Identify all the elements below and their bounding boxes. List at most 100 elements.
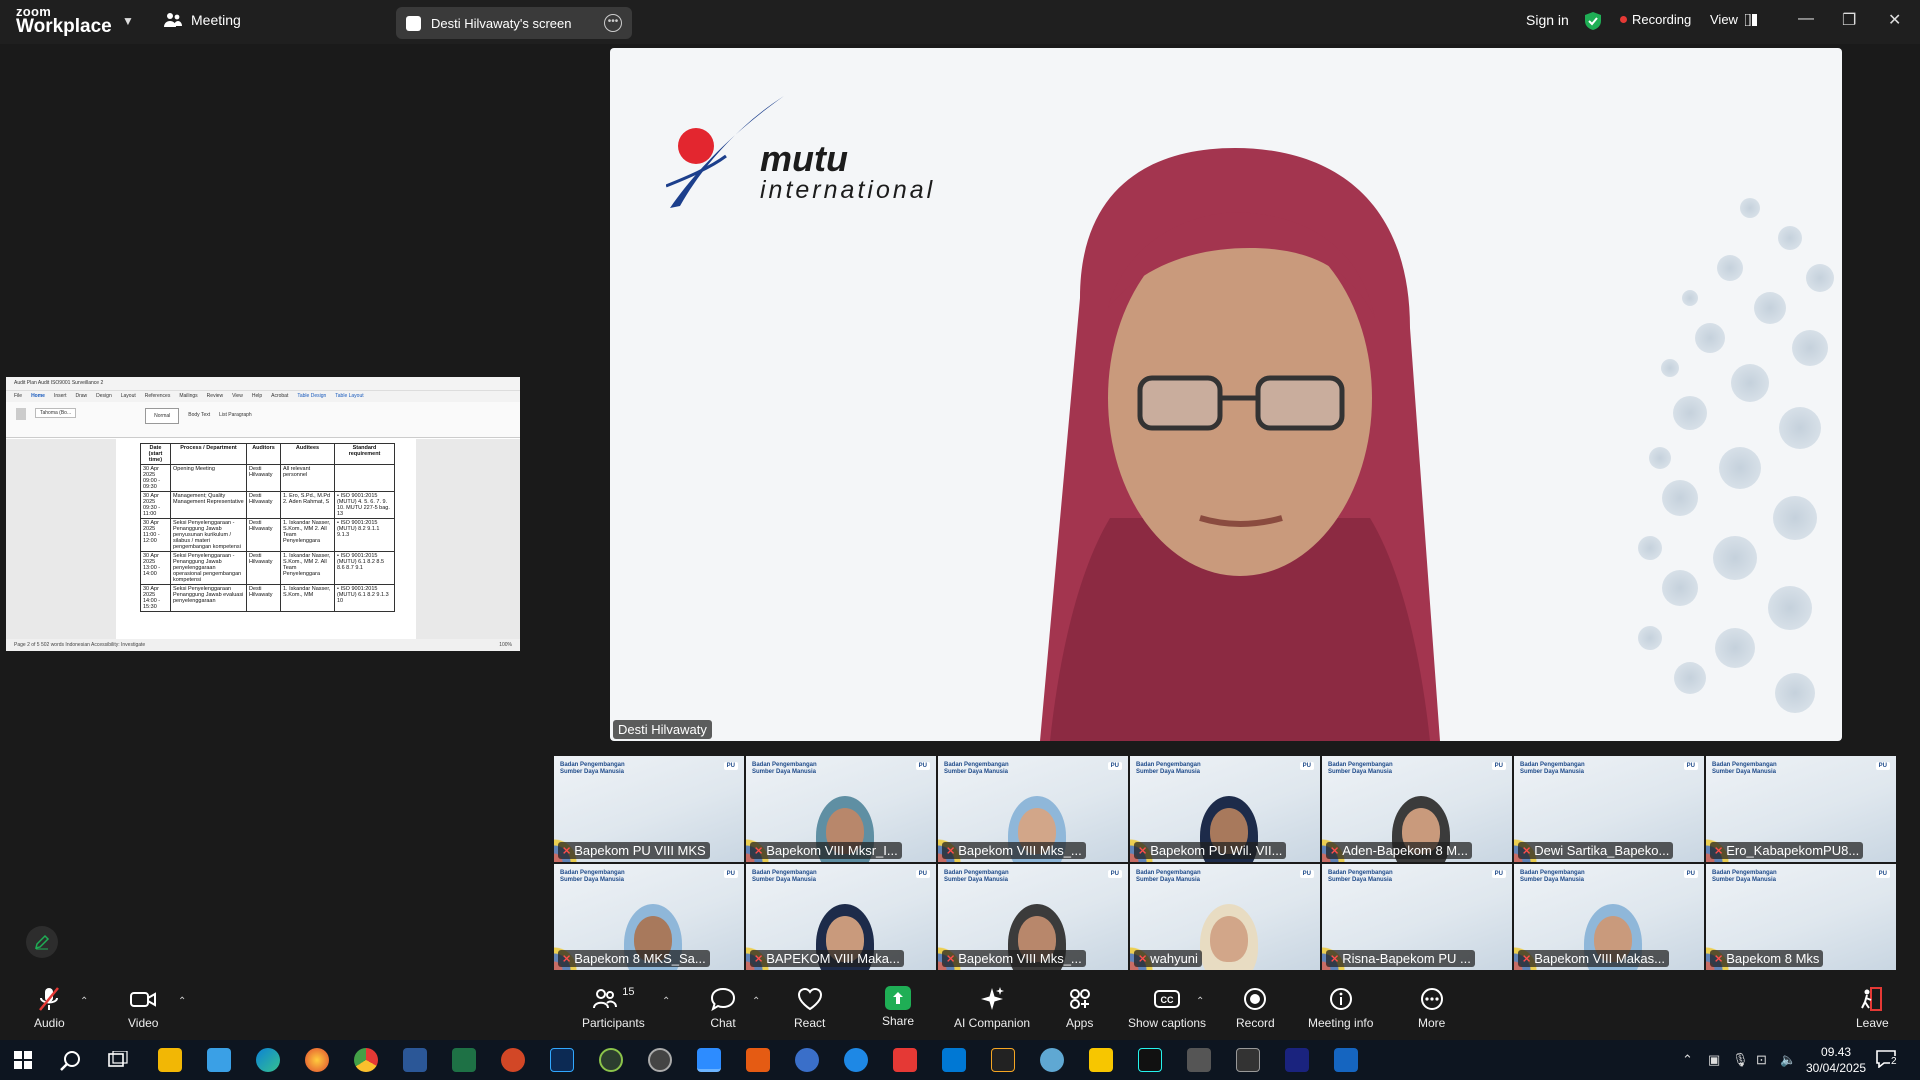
microphone-tray-icon[interactable]: 🎙 [1732, 1052, 1749, 1068]
ribbon-tab-table-layout[interactable]: Table Layout [335, 393, 363, 400]
chevron-down-icon[interactable]: ▼ [122, 14, 134, 28]
app-icon[interactable] [1187, 1048, 1211, 1072]
audio-options-caret-icon[interactable]: ⌃ [80, 996, 88, 1007]
meet-now-icon[interactable]: ▣ [1708, 1052, 1720, 1068]
app-icon[interactable] [1334, 1048, 1358, 1072]
volume-icon[interactable]: 🔈 [1780, 1052, 1796, 1068]
annotate-button[interactable] [26, 926, 58, 958]
search-icon[interactable] [60, 1050, 82, 1072]
participant-tile[interactable]: Badan Pengembangan Sumber Daya Manusia PU… [1514, 756, 1704, 862]
messenger-icon[interactable] [844, 1048, 868, 1072]
ribbon-tab-layout[interactable]: Layout [121, 393, 136, 400]
zoom-workplace-logo[interactable]: zoom Workplace [16, 5, 112, 36]
style-normal[interactable]: Normal [145, 408, 180, 424]
shared-screen-thumbnail[interactable]: Audit Plan Audit ISO9001 Surveillance 2 … [6, 377, 520, 651]
anydesk-icon[interactable] [893, 1048, 917, 1072]
meeting-info-button[interactable]: Meeting info [1308, 986, 1373, 1030]
close-icon[interactable]: ✕ [1888, 10, 1901, 30]
participant-tile[interactable]: Badan Pengembangan Sumber Daya Manusia PU… [938, 864, 1128, 970]
leave-button[interactable]: Leave [1856, 986, 1889, 1030]
ribbon-tab-table-design[interactable]: Table Design [297, 393, 326, 400]
font-selector[interactable]: Tahoma (Bo... [35, 408, 77, 418]
document-area[interactable]: Date (start time) Process / Department A… [6, 439, 520, 639]
ribbon-tab-home[interactable]: Home [31, 393, 45, 400]
sign-in-link[interactable]: Sign in [1526, 12, 1569, 28]
restore-icon[interactable]: ❐ [1842, 10, 1856, 30]
participant-tile[interactable]: Badan Pengembangan Sumber Daya Manusia PU… [1130, 864, 1320, 970]
participant-tile[interactable]: Badan Pengembangan Sumber Daya Manusia PU… [1130, 756, 1320, 862]
taskbar-clock[interactable]: 09.43 30/04/2025 [1806, 1044, 1866, 1076]
paste-icon[interactable] [16, 408, 26, 420]
ribbon-tab-insert[interactable]: Insert [54, 393, 67, 400]
share-button[interactable]: Share [882, 986, 914, 1028]
video-button[interactable]: Video [128, 986, 158, 1030]
ribbon-tab-help[interactable]: Help [252, 393, 262, 400]
app-icon[interactable] [1236, 1048, 1260, 1072]
vscode-icon[interactable] [942, 1048, 966, 1072]
zoom-taskbar-icon[interactable] [697, 1048, 721, 1072]
record-button[interactable]: Record [1236, 986, 1275, 1030]
minimize-icon[interactable]: — [1798, 10, 1814, 28]
edge-icon[interactable] [256, 1048, 280, 1072]
ribbon-tab-file[interactable]: File [14, 393, 22, 400]
file-explorer-icon[interactable] [158, 1048, 182, 1072]
active-speaker-video[interactable]: mutu international Desti Hilvawaty [610, 48, 1842, 741]
sticky-notes-icon[interactable] [1089, 1048, 1113, 1072]
app-icon[interactable] [991, 1048, 1015, 1072]
chat-options-caret-icon[interactable]: ⌃ [752, 996, 760, 1007]
powerpoint-icon[interactable] [501, 1048, 525, 1072]
chrome-icon[interactable] [354, 1048, 378, 1072]
clock-app-icon[interactable] [648, 1048, 672, 1072]
audio-button[interactable]: Audio [34, 986, 65, 1030]
network-icon[interactable]: ⊡ [1756, 1052, 1767, 1068]
tiktok-icon[interactable] [1138, 1048, 1162, 1072]
participant-tile[interactable]: Badan Pengembangan Sumber Daya Manusia PU… [1322, 864, 1512, 970]
participants-options-caret-icon[interactable]: ⌃ [662, 996, 670, 1007]
app-icon[interactable] [1285, 1048, 1309, 1072]
participant-tile[interactable]: Badan Pengembangan Sumber Daya Manusia PU… [554, 864, 744, 970]
ribbon-tab-acrobat[interactable]: Acrobat [271, 393, 288, 400]
more-button[interactable]: More [1418, 986, 1445, 1030]
style-body-text[interactable]: Body Text [188, 408, 210, 418]
vpn-icon[interactable] [599, 1048, 623, 1072]
excel-icon[interactable] [452, 1048, 476, 1072]
ribbon-tab-mailings[interactable]: Mailings [179, 393, 197, 400]
task-view-icon[interactable] [108, 1051, 128, 1069]
store-icon[interactable] [207, 1048, 231, 1072]
word-icon[interactable] [403, 1048, 427, 1072]
react-button[interactable]: React [794, 986, 825, 1030]
participants-button[interactable]: 15 Participants [582, 986, 645, 1030]
participant-tile[interactable]: Badan Pengembangan Sumber Daya Manusia PU… [746, 864, 936, 970]
show-captions-button[interactable]: CC Show captions [1128, 986, 1206, 1030]
encryption-shield-icon[interactable] [1584, 11, 1602, 31]
document-page[interactable]: Date (start time) Process / Department A… [116, 439, 416, 639]
recording-indicator[interactable]: Recording [1620, 12, 1691, 27]
photoshop-icon[interactable] [550, 1048, 574, 1072]
participant-tile[interactable]: Badan Pengembangan Sumber Daya Manusia PU… [1322, 756, 1512, 862]
participant-tile[interactable]: Badan Pengembangan Sumber Daya Manusia PU… [1706, 864, 1896, 970]
more-options-icon[interactable]: ••• [604, 14, 622, 32]
participant-tile[interactable]: Badan Pengembangan Sumber Daya Manusia PU… [554, 756, 744, 862]
ribbon-tab-draw[interactable]: Draw [75, 393, 87, 400]
meeting-menu-button[interactable]: Meeting [164, 12, 241, 28]
style-list-paragraph[interactable]: List Paragraph [219, 408, 252, 418]
office-icon[interactable] [746, 1048, 770, 1072]
view-button[interactable]: View [1710, 12, 1757, 27]
notifications-button[interactable]: 2 [1876, 1050, 1898, 1073]
participant-tile[interactable]: Badan Pengembangan Sumber Daya Manusia PU… [746, 756, 936, 862]
apps-button[interactable]: Apps [1066, 986, 1093, 1030]
firefox-icon[interactable] [305, 1048, 329, 1072]
participant-tile[interactable]: Badan Pengembangan Sumber Daya Manusia PU… [1514, 864, 1704, 970]
ribbon-tab-review[interactable]: Review [207, 393, 223, 400]
windows-start-icon[interactable] [14, 1051, 32, 1069]
tray-expand-icon[interactable]: ⌃ [1682, 1052, 1693, 1068]
app-icon[interactable] [1040, 1048, 1064, 1072]
captions-options-caret-icon[interactable]: ⌃ [1196, 996, 1204, 1007]
screen-share-pill[interactable]: Desti Hilvawaty's screen ••• [396, 7, 632, 39]
video-options-caret-icon[interactable]: ⌃ [178, 996, 186, 1007]
participant-tile[interactable]: Badan Pengembangan Sumber Daya Manusia PU… [1706, 756, 1896, 862]
chat-button[interactable]: Chat [710, 986, 736, 1030]
ai-companion-button[interactable]: AI Companion [954, 986, 1030, 1030]
ribbon-tab-view[interactable]: View [232, 393, 243, 400]
browser-icon[interactable] [795, 1048, 819, 1072]
